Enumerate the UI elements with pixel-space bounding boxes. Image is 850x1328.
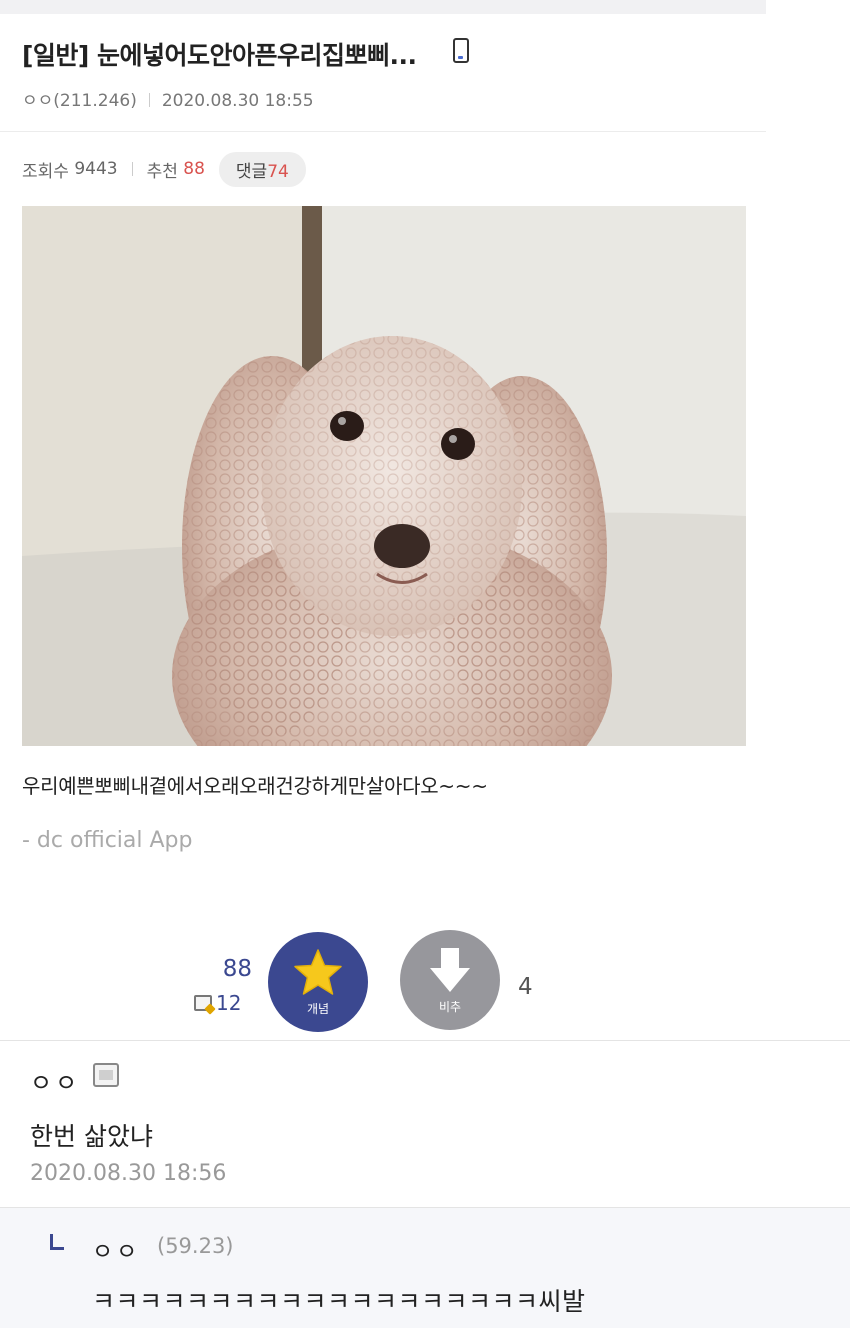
reply-body: ㅋㅋㅋㅋㅋㅋㅋㅋㅋㅋㅋㅋㅋㅋㅋㅋㅋㅋㅋ씨발 [92, 1287, 586, 1316]
post-author[interactable]: ㅇㅇ(211.246) [22, 91, 137, 111]
downvote-count: 4 [518, 974, 533, 1000]
reply-nick[interactable]: ㅇㅇ [92, 1232, 140, 1266]
comment-item: ㅇㅇ 한번 삶았냐 2020.08.30 18:56 [0, 1041, 850, 1207]
fixed-user-icon [194, 995, 212, 1011]
right-margin [766, 0, 850, 1040]
post-datetime: 2020.08.30 18:55 [161, 91, 314, 111]
post-image-dog [22, 206, 746, 746]
views-count: 9443 [74, 159, 118, 179]
post-header: [일반] 눈에넣어도안아픈우리집뽀삐... ㅇㅇ(211.246) 2020.08… [0, 14, 766, 132]
arrow-down-icon [430, 947, 470, 992]
comment-datetime: 2020.08.30 18:56 [30, 1161, 227, 1186]
fixed-user-icon [93, 1063, 119, 1087]
recommend-count: 88 [183, 159, 205, 179]
upvote-button[interactable]: 개념 [268, 932, 368, 1032]
downvote-button[interactable]: 비추 [400, 930, 500, 1030]
top-bar [0, 0, 766, 14]
downvote-label: 비추 [438, 999, 462, 1014]
stats-divider [131, 162, 133, 176]
comment-body: 한번 삶았냐 [30, 1122, 153, 1151]
reply-arrow-icon [50, 1234, 64, 1250]
upvote-label: 개념 [306, 1001, 330, 1016]
mobile-phone-icon [453, 38, 469, 63]
comment-nick[interactable]: ㅇㅇ [30, 1063, 80, 1098]
reply-item: ㅇㅇ (59.23) ㅋㅋㅋㅋㅋㅋㅋㅋㅋㅋㅋㅋㅋㅋㅋㅋㅋㅋㅋ씨발 [0, 1208, 850, 1328]
post-title: [일반] 눈에넣어도안아픈우리집뽀삐... [22, 41, 417, 70]
post-caption: 우리예쁜뽀삐내곁에서오래오래건강하게만살아다오~~~ [22, 774, 488, 798]
comments-count: 74 [267, 161, 289, 182]
recommend-label: 추천 [146, 161, 178, 182]
fixed-count-value: 12 [216, 991, 242, 1015]
upvote-count: 88 [222, 956, 252, 982]
comments-label: 댓글 [235, 161, 268, 182]
views-label: 조회수 [22, 161, 69, 182]
meta-divider [148, 93, 150, 107]
post-stats: 조회수 9443 추천 88 댓글74 [22, 151, 306, 187]
app-signature: - dc official App [22, 828, 193, 853]
comment-count-button[interactable]: 댓글74 [218, 151, 306, 187]
vote-area: 88 12 개념 비추 4 [0, 928, 766, 1038]
reply-ip: (59.23) [157, 1234, 234, 1258]
star-icon [294, 948, 342, 995]
fixed-count: 12 [194, 991, 241, 1015]
post-meta: ㅇㅇ(211.246) 2020.08.30 18:55 [22, 86, 314, 111]
